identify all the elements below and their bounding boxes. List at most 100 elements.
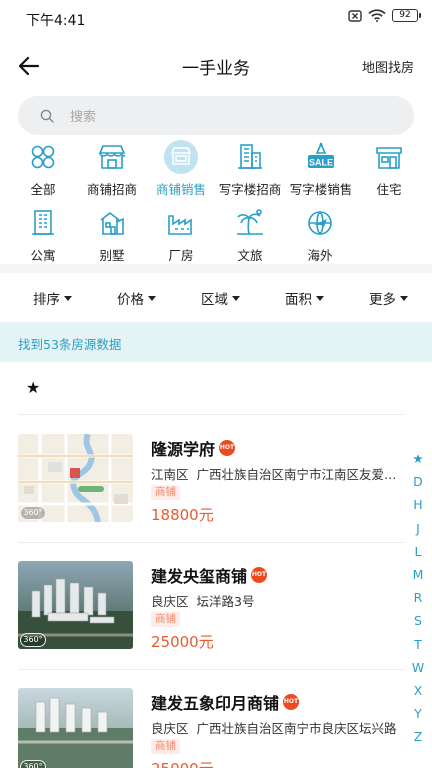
wifi-icon <box>368 9 386 22</box>
listing-image-map: 360° <box>18 434 133 522</box>
hot-badge-icon: HOT <box>251 567 268 583</box>
index-letter[interactable]: ★ <box>410 447 426 470</box>
category-overseas[interactable]: 海外 <box>280 206 360 264</box>
listing-tag: 商铺 <box>151 612 180 627</box>
filter-label: 排序 <box>33 292 60 308</box>
category-label: 商铺招商 <box>86 182 137 197</box>
index-letter[interactable]: W <box>410 656 426 679</box>
notification-muted-icon <box>348 9 362 22</box>
hot-badge-icon: HOT <box>219 440 236 456</box>
listing-price: 25000元 <box>151 633 214 651</box>
house-icon <box>376 147 402 169</box>
index-letter[interactable]: T <box>410 633 426 656</box>
listing-street: 广西壮族自治区南宁市良庆区坛兴路 <box>196 721 397 736</box>
listing-tag: 商铺 <box>151 739 180 754</box>
listing-price: 25000元 <box>151 758 214 768</box>
listing-item[interactable]: 360° 隆源学府 HOT 江南区 广西壮族自治区南宁市江南区友爱南路 商铺 188… <box>0 434 410 552</box>
divider <box>18 414 404 415</box>
search-icon <box>40 109 54 123</box>
factory-icon <box>168 215 192 235</box>
listing-price: 18800元 <box>151 506 214 524</box>
panorama-360-badge: 360° <box>20 506 46 520</box>
listing-name: 建发央玺商铺 <box>151 567 248 586</box>
index-letter[interactable]: L <box>410 540 426 563</box>
svg-text:SALE: SALE <box>309 158 333 168</box>
listing-tag: 商铺 <box>151 485 180 500</box>
category-office-leasing[interactable]: 写字楼招商 <box>210 140 290 198</box>
listing-address: 江南区 广西壮族自治区南宁市江南区友爱南路 <box>151 464 401 483</box>
office-building-icon <box>238 144 262 169</box>
listing-street: 广西壮族自治区南宁市江南区友爱南路 <box>196 467 401 482</box>
header: 一手业务 地图找房 <box>0 44 432 88</box>
listing-item[interactable]: 360° 建发五象印月商铺 HOT 良庆区 广西壮族自治区南宁市良庆区坛兴路 商铺 … <box>0 688 410 768</box>
listing-image-aerial: 360° <box>18 688 133 768</box>
listing-item[interactable]: 360° 建发央玺商铺 HOT 良庆区 坛洋路3号 商铺 25000元 <box>0 561 410 679</box>
category-shop-leasing[interactable]: 商铺招商 <box>72 140 152 198</box>
shop-sale-icon <box>170 147 192 165</box>
listing-title: 建发五象印月商铺 HOT <box>151 690 300 714</box>
listing-title: 隆源学府 HOT <box>151 436 236 460</box>
result-count-text: 找到53条房源数据 <box>18 337 122 352</box>
category-villa[interactable]: 别墅 <box>72 206 152 264</box>
listing-address: 良庆区 广西壮族自治区南宁市良庆区坛兴路 <box>151 718 401 737</box>
aerial-thumbnail <box>18 688 133 768</box>
chevron-down-icon <box>400 295 408 301</box>
listing-district: 江南区 <box>151 467 189 482</box>
listing-district: 良庆区 <box>151 721 189 736</box>
apartment-icon <box>32 210 54 235</box>
index-letter[interactable]: M <box>410 563 426 586</box>
status-bar: 下午4:41 92 <box>0 0 432 36</box>
status-icons: 92 <box>348 9 421 22</box>
index-letter[interactable]: X <box>410 679 426 702</box>
category-label: 别墅 <box>99 248 125 263</box>
filter-bar: 排序 价格 区域 面积 更多 <box>0 278 432 318</box>
search-input[interactable]: 搜索 <box>18 96 414 135</box>
search-placeholder: 搜索 <box>70 110 97 125</box>
listing-image-aerial: 360° <box>18 561 133 649</box>
category-label: 住宅 <box>376 182 402 197</box>
category-apartment[interactable]: 公寓 <box>3 206 83 264</box>
category-label: 公寓 <box>30 248 56 263</box>
index-letter[interactable]: Z <box>410 725 426 748</box>
category-label: 文旅 <box>237 248 263 263</box>
index-letter[interactable]: J <box>410 517 426 540</box>
filter-more[interactable]: 更多 <box>369 288 408 308</box>
back-arrow-icon[interactable] <box>16 53 42 79</box>
grid-icon <box>31 145 55 169</box>
index-letter[interactable]: H <box>410 493 426 516</box>
section-separator <box>0 264 432 273</box>
index-letter[interactable]: Y <box>410 702 426 725</box>
index-letter[interactable]: R <box>410 586 426 609</box>
filter-area[interactable]: 区域 <box>201 288 240 308</box>
category-shop-sales[interactable]: 商铺销售 <box>141 140 221 198</box>
category-culture-tourism[interactable]: 文旅 <box>210 206 290 264</box>
filter-sort[interactable]: 排序 <box>33 288 72 308</box>
filter-label: 面积 <box>285 292 312 308</box>
category-label: 写字楼招商 <box>218 182 282 197</box>
chevron-down-icon <box>316 295 324 301</box>
listing-name: 隆源学府 <box>151 440 216 459</box>
category-label: 全部 <box>30 182 56 197</box>
chevron-down-icon <box>64 295 72 301</box>
listing-address: 良庆区 坛洋路3号 <box>151 591 401 610</box>
map-search-link[interactable]: 地图找房 <box>362 57 414 76</box>
index-letter[interactable]: S <box>410 609 426 632</box>
index-letter[interactable]: D <box>410 470 426 493</box>
divider <box>18 669 404 670</box>
listing-name: 建发五象印月商铺 <box>151 694 280 713</box>
listing-district: 良庆区 <box>151 594 189 609</box>
palm-tree-icon <box>237 209 263 235</box>
filter-size[interactable]: 面积 <box>285 288 324 308</box>
listing-title: 建发央玺商铺 HOT <box>151 563 268 587</box>
result-count-bar: 找到53条房源数据 <box>0 322 432 362</box>
villa-icon <box>100 211 124 235</box>
listing-street: 坛洋路3号 <box>196 594 255 609</box>
category-all[interactable]: 全部 <box>3 140 83 198</box>
alphabet-index[interactable]: ★ D H J L M R S T W X Y Z <box>410 447 426 748</box>
filter-price[interactable]: 价格 <box>117 288 156 308</box>
category-residential[interactable]: 住宅 <box>349 140 429 198</box>
chevron-down-icon <box>148 295 156 301</box>
panorama-360-badge: 360° <box>20 760 46 768</box>
chevron-down-icon <box>232 295 240 301</box>
category-factory[interactable]: 厂房 <box>141 206 221 264</box>
